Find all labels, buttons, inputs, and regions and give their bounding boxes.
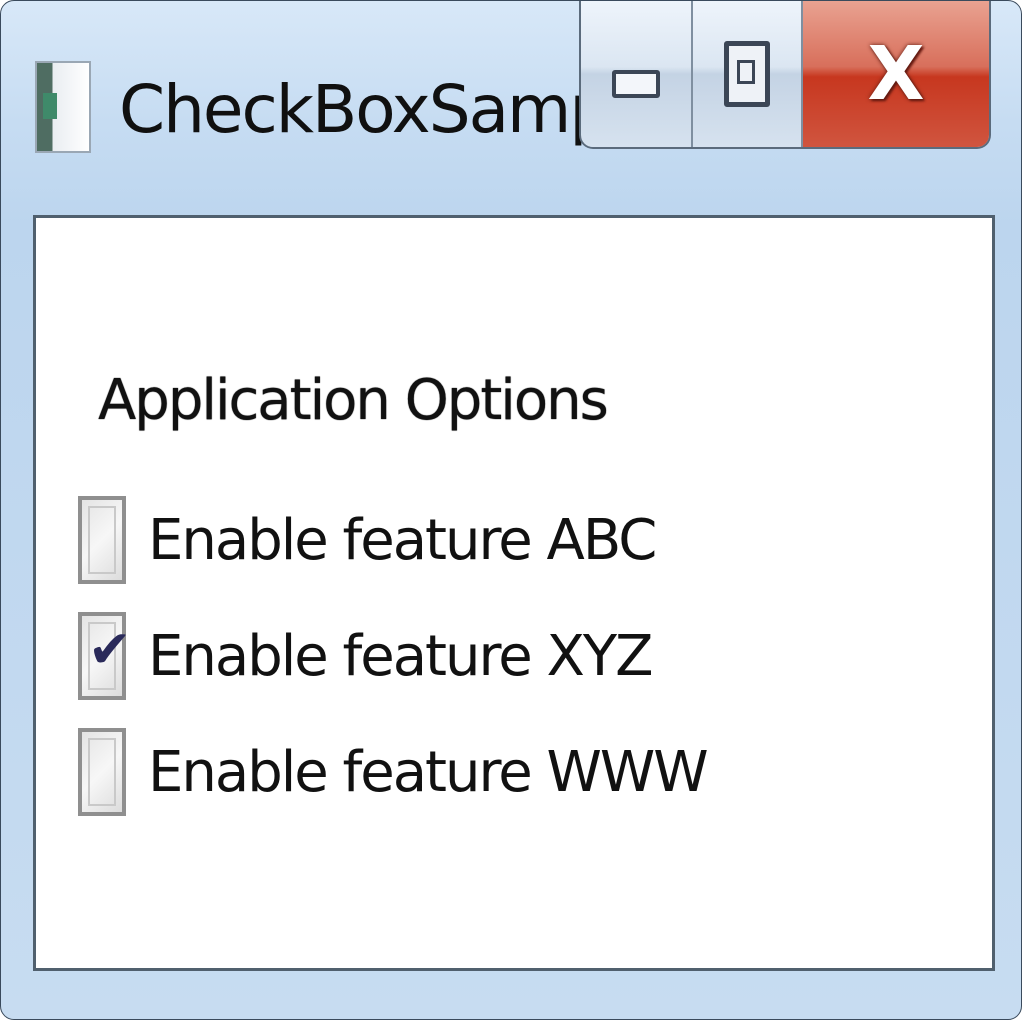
- close-icon: X: [867, 31, 925, 117]
- maximize-icon: [724, 41, 770, 107]
- app-window: CheckBoxSample X Application Options Ena…: [0, 0, 1022, 1020]
- window-bottom-border: [1, 971, 1021, 1019]
- option-label[interactable]: Enable feature WWW: [148, 740, 709, 805]
- minimize-icon: [612, 70, 660, 98]
- checkbox-feature-abc[interactable]: [78, 496, 126, 584]
- caption-buttons: X: [579, 1, 991, 149]
- option-label[interactable]: Enable feature ABC: [148, 508, 657, 573]
- close-button[interactable]: X: [803, 1, 989, 147]
- minimize-button[interactable]: [581, 1, 693, 147]
- maximize-button[interactable]: [693, 1, 803, 147]
- client-area: Application Options Enable feature ABC ✔…: [33, 215, 995, 971]
- checkbox-feature-xyz[interactable]: ✔: [78, 612, 132, 700]
- app-window-icon[interactable]: [35, 61, 91, 153]
- section-title: Application Options: [98, 368, 609, 433]
- option-feature-abc[interactable]: Enable feature ABC: [78, 492, 657, 588]
- option-label[interactable]: Enable feature XYZ: [148, 624, 653, 689]
- option-feature-www[interactable]: Enable feature WWW: [78, 724, 709, 820]
- option-feature-xyz[interactable]: ✔ Enable feature XYZ: [78, 608, 653, 704]
- title-bar[interactable]: CheckBoxSample X: [1, 1, 1021, 206]
- checkmark-icon: ✔: [88, 620, 132, 680]
- checkbox-feature-www[interactable]: [78, 728, 126, 816]
